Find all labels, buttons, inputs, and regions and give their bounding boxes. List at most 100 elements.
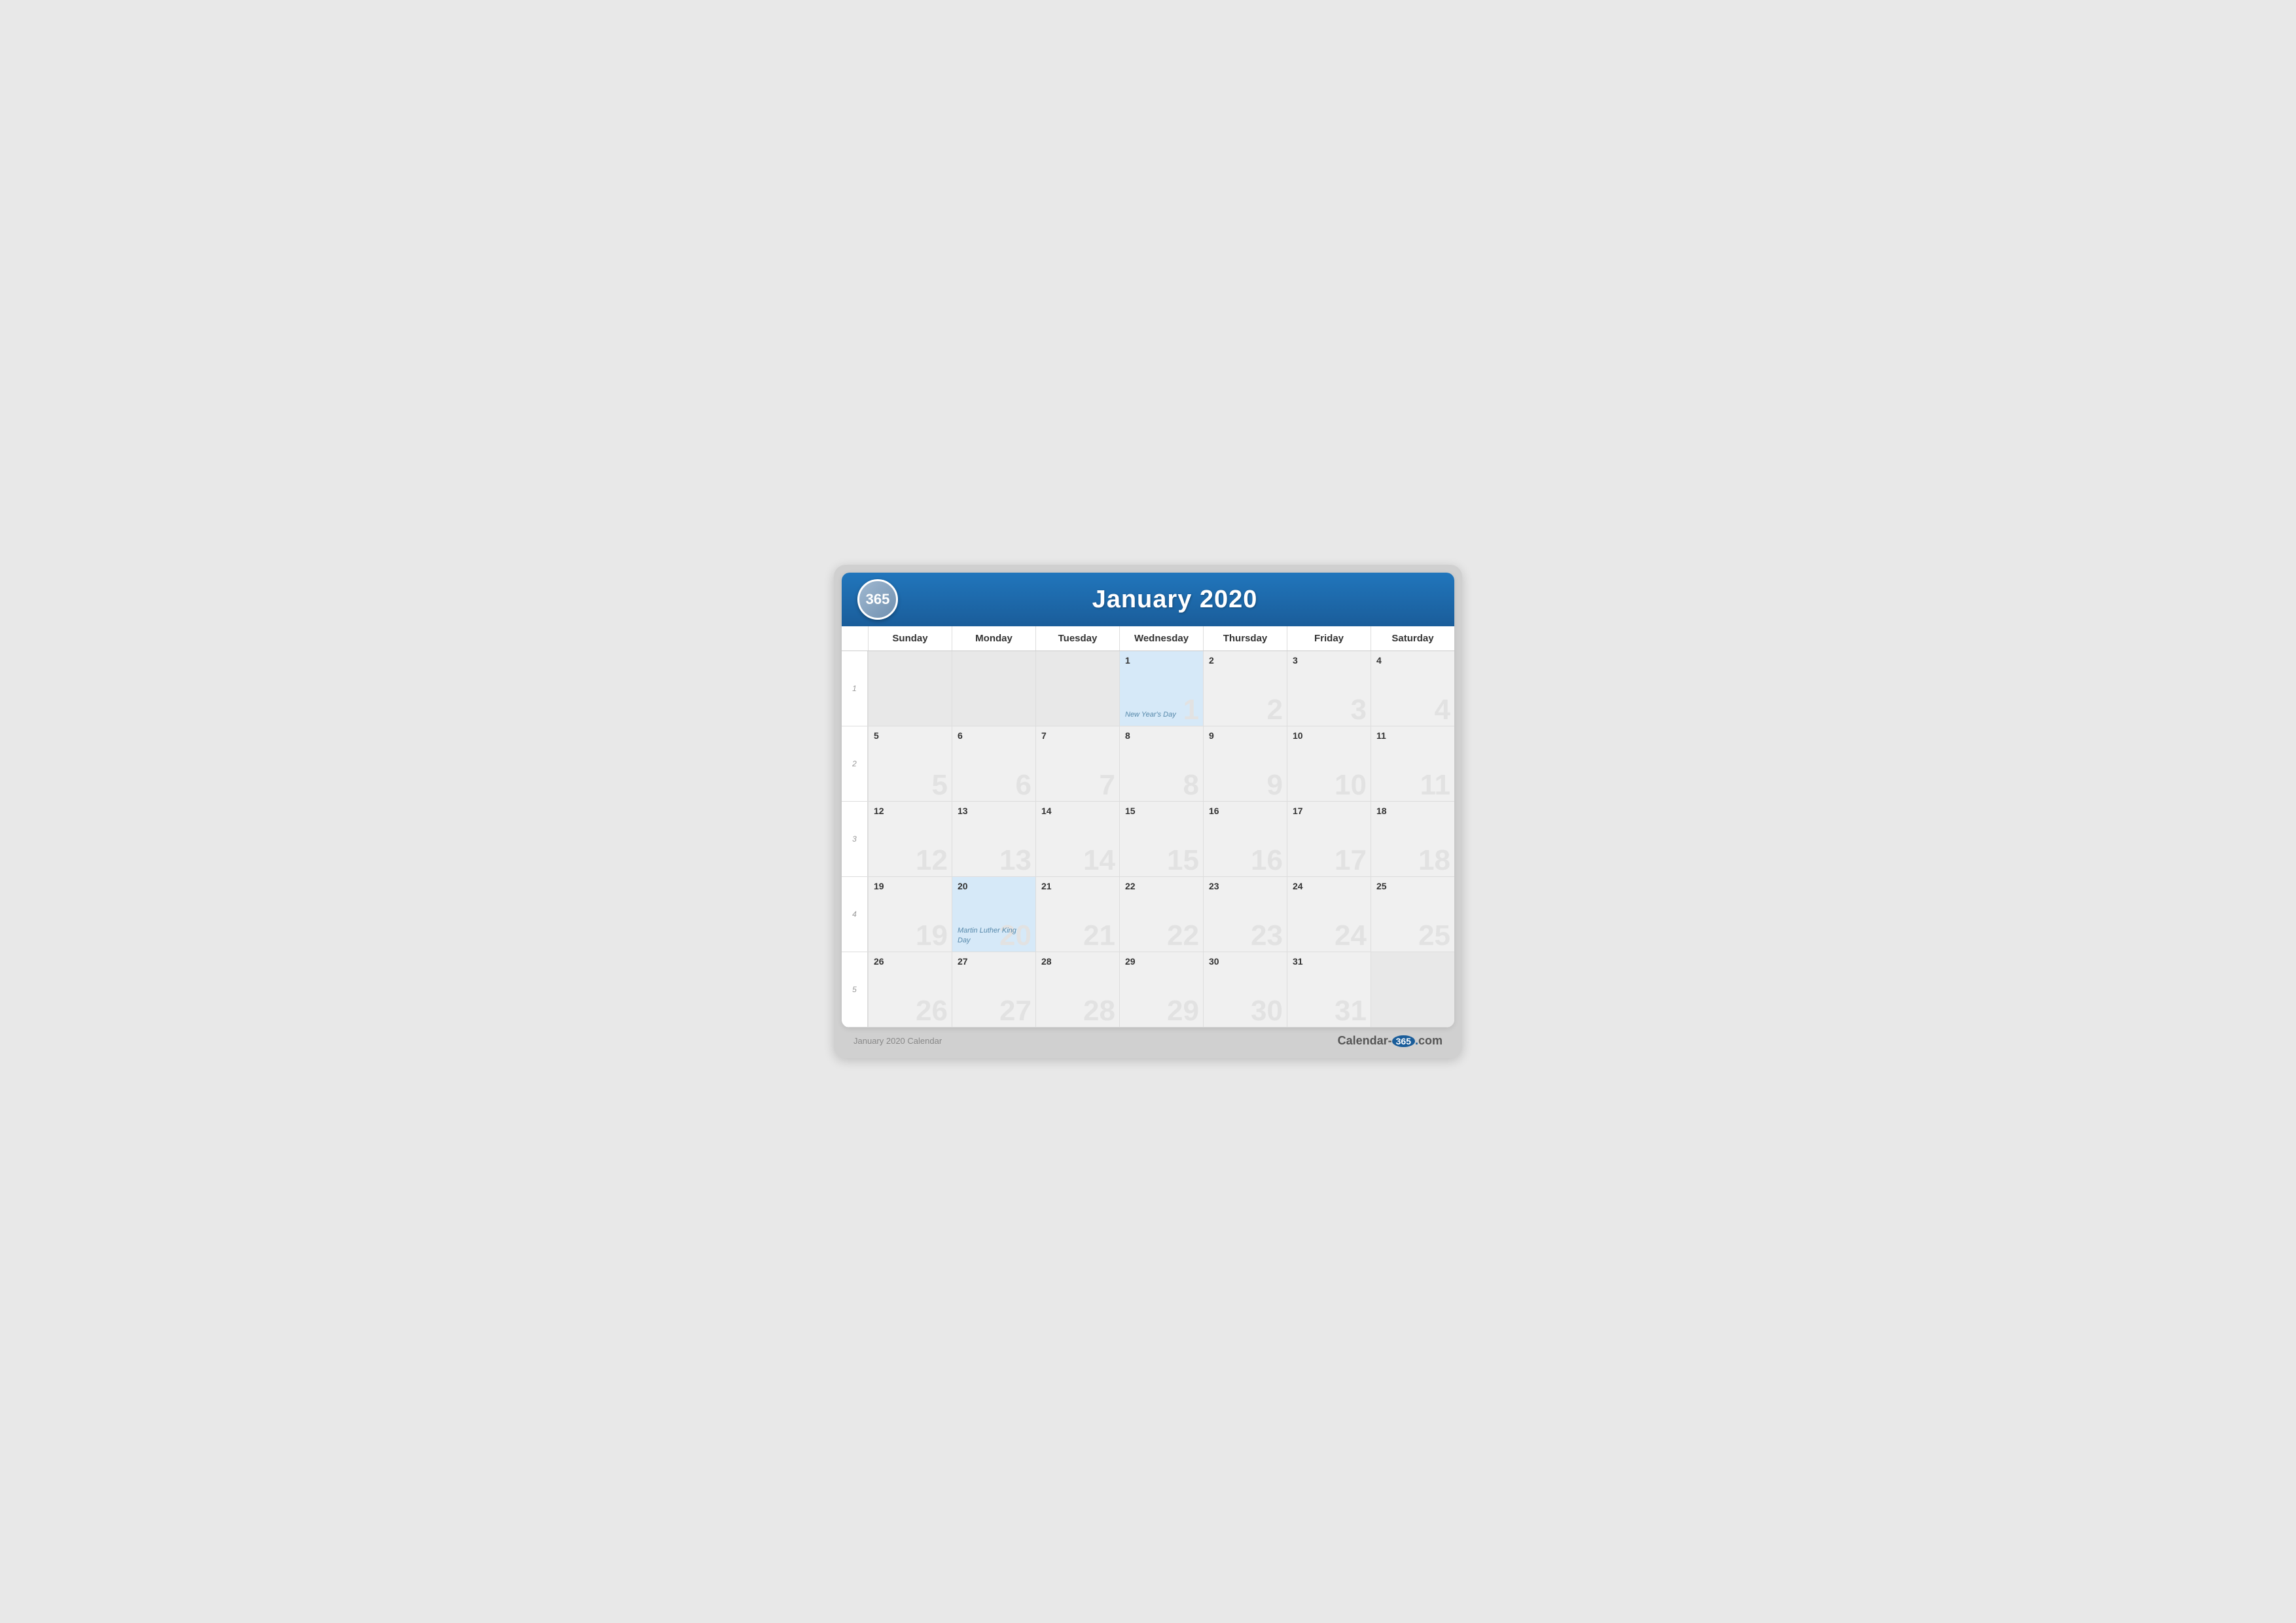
day-number: 6: [958, 730, 1030, 741]
day-cell-9: 99: [1203, 726, 1287, 802]
day-cell-18: 1818: [1371, 802, 1454, 877]
day-watermark: 30: [1251, 997, 1283, 1026]
day-cell-25: 25 25: [1371, 877, 1454, 952]
day-number: 18: [1376, 806, 1449, 816]
logo-badge: 365: [857, 579, 898, 620]
calendar-container: 365 January 2020 Sunday Monday Tuesday W…: [842, 573, 1454, 1027]
holiday-label: New Year's Day: [1125, 710, 1198, 719]
day-watermark: 18: [1418, 846, 1450, 875]
day-number: 8: [1125, 730, 1198, 741]
page-wrapper: 365 January 2020 Sunday Monday Tuesday W…: [834, 565, 1462, 1058]
day-cell-30: 30 30: [1203, 952, 1287, 1027]
day-number: 31: [1293, 956, 1365, 967]
day-watermark: 3: [1351, 696, 1367, 724]
week-num-1: 1: [842, 651, 868, 726]
day-watermark: 16: [1251, 846, 1283, 875]
day-number: 1: [1125, 655, 1198, 666]
holiday-label: Martin Luther King Day: [958, 926, 1030, 945]
day-cell-empty-4-6: [1371, 952, 1454, 1027]
brand-365: 365: [1392, 1035, 1415, 1047]
day-number: 10: [1293, 730, 1365, 741]
day-cell-2: 22: [1203, 651, 1287, 726]
day-watermark: 8: [1183, 771, 1199, 800]
day-number: 11: [1376, 730, 1449, 741]
day-cell-11: 1111: [1371, 726, 1454, 802]
day-number: 2: [1209, 655, 1282, 666]
day-watermark: 15: [1167, 846, 1199, 875]
day-watermark: 21: [1083, 921, 1115, 950]
calendar-header: 365 January 2020: [842, 573, 1454, 626]
day-watermark: 19: [916, 921, 948, 950]
day-cell-1: 11New Year's Day: [1119, 651, 1203, 726]
day-cell-20: 2020Martin Luther King Day: [952, 877, 1035, 952]
day-number: 17: [1293, 806, 1365, 816]
logo-text: 365: [866, 591, 890, 608]
week-num-3: 3: [842, 802, 868, 877]
brand-calendar: Calendar-: [1338, 1034, 1392, 1047]
day-watermark: 10: [1335, 771, 1367, 800]
dow-friday: Friday: [1287, 626, 1371, 651]
day-number: 27: [958, 956, 1030, 967]
day-watermark: 27: [999, 997, 1031, 1026]
day-cell-14: 14 14: [1035, 802, 1119, 877]
day-cell-22: 2222: [1119, 877, 1203, 952]
footer-left: January 2020 Calendar: [853, 1036, 942, 1046]
day-number: 24: [1293, 881, 1365, 891]
day-number: 14: [1041, 806, 1114, 816]
day-watermark: 29: [1167, 997, 1199, 1026]
dow-wednesday: Wednesday: [1119, 626, 1203, 651]
day-watermark: 7: [1100, 771, 1115, 800]
day-number: 21: [1041, 881, 1114, 891]
day-watermark: 25: [1418, 921, 1450, 950]
day-number: 12: [874, 806, 946, 816]
day-watermark: 24: [1335, 921, 1367, 950]
day-watermark: 9: [1267, 771, 1283, 800]
dow-monday: Monday: [952, 626, 1035, 651]
week-num-header: [842, 626, 868, 651]
day-number: 30: [1209, 956, 1282, 967]
day-cell-24: 24 24: [1287, 877, 1371, 952]
day-cell-21: 21 21: [1035, 877, 1119, 952]
brand-com: com: [1418, 1034, 1443, 1047]
day-number: 29: [1125, 956, 1198, 967]
calendar-grid: 111New Year's Day22334425566778899101011…: [842, 651, 1454, 1027]
day-number: 15: [1125, 806, 1198, 816]
day-cell-empty-0-1: [952, 651, 1035, 726]
day-number: 20: [958, 881, 1030, 891]
day-cell-empty-0-0: [868, 651, 952, 726]
day-watermark: 4: [1435, 696, 1450, 724]
dow-saturday: Saturday: [1371, 626, 1454, 651]
day-number: 5: [874, 730, 946, 741]
day-number: 16: [1209, 806, 1282, 816]
day-cell-7: 77: [1035, 726, 1119, 802]
day-cell-31: 31 31: [1287, 952, 1371, 1027]
day-cell-6: 66: [952, 726, 1035, 802]
day-cell-19: 1919: [868, 877, 952, 952]
day-cell-28: 2828: [1035, 952, 1119, 1027]
day-cell-23: 2323: [1203, 877, 1287, 952]
week-num-5: 5: [842, 952, 868, 1027]
day-cell-16: 1616: [1203, 802, 1287, 877]
day-number: 26: [874, 956, 946, 967]
dow-sunday: Sunday: [868, 626, 952, 651]
day-cell-5: 55: [868, 726, 952, 802]
days-of-week-row: Sunday Monday Tuesday Wednesday Thursday…: [842, 626, 1454, 651]
day-cell-29: 29 29: [1119, 952, 1203, 1027]
day-watermark: 13: [999, 846, 1031, 875]
week-num-2: 2: [842, 726, 868, 802]
day-number: 13: [958, 806, 1030, 816]
day-number: 25: [1376, 881, 1449, 891]
week-num-4: 4: [842, 877, 868, 952]
day-watermark: 14: [1083, 846, 1115, 875]
day-cell-empty-0-2: [1035, 651, 1119, 726]
day-watermark: 31: [1335, 997, 1367, 1026]
calendar-title: January 2020: [911, 586, 1439, 614]
day-cell-27: 27 27: [952, 952, 1035, 1027]
day-cell-3: 33: [1287, 651, 1371, 726]
day-cell-8: 88: [1119, 726, 1203, 802]
day-watermark: 5: [932, 771, 948, 800]
day-number: 23: [1209, 881, 1282, 891]
day-watermark: 2: [1267, 696, 1283, 724]
day-cell-17: 1717: [1287, 802, 1371, 877]
day-cell-13: 13 13: [952, 802, 1035, 877]
